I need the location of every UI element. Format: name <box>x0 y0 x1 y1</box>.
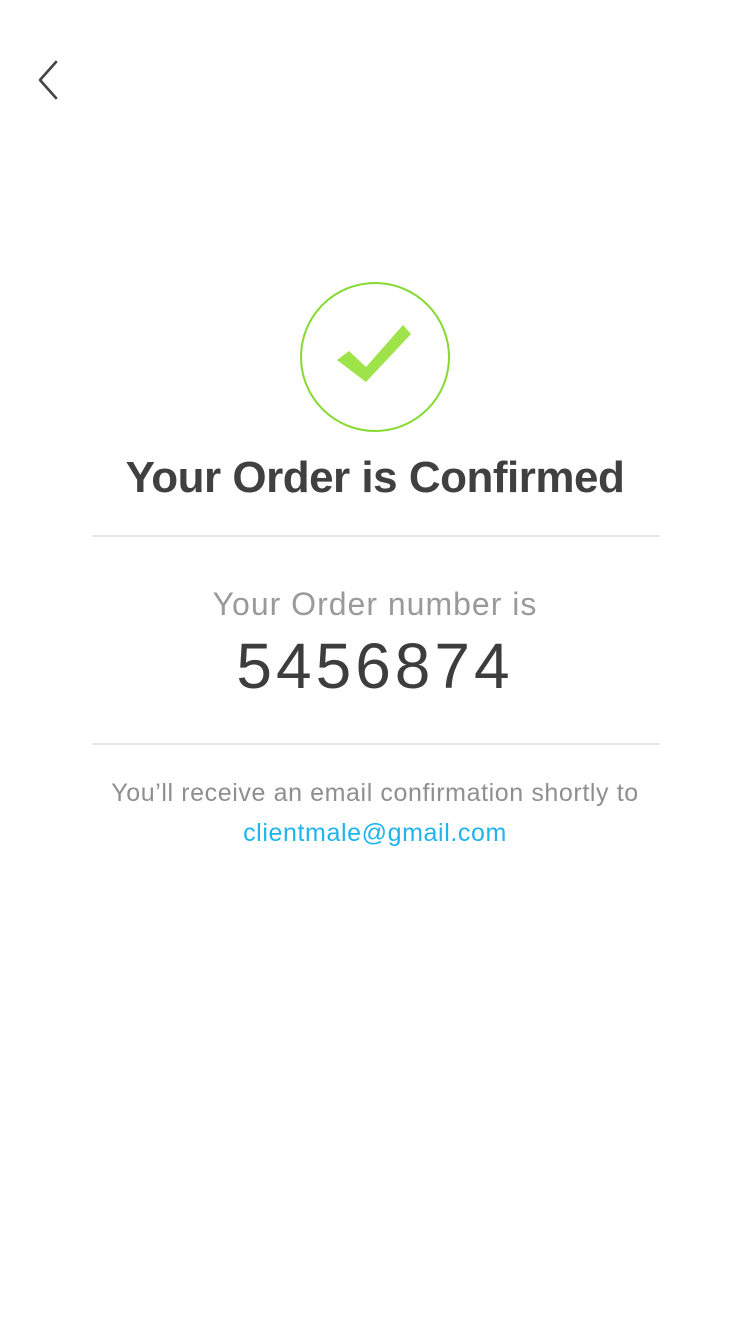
back-button[interactable] <box>28 52 68 108</box>
divider-bottom <box>92 743 660 745</box>
email-link[interactable]: clientmale@gmail.com <box>0 816 750 850</box>
success-badge <box>300 282 450 432</box>
page-title: Your Order is Confirmed <box>125 453 625 502</box>
order-number-label: Your Order number is <box>212 586 538 622</box>
divider-top <box>92 535 660 537</box>
chevron-left-icon <box>36 58 60 102</box>
checkmark-icon <box>335 320 415 395</box>
order-number-value: 5456874 <box>236 630 514 702</box>
email-confirmation-note: You’ll receive an email confirmation sho… <box>111 779 639 807</box>
